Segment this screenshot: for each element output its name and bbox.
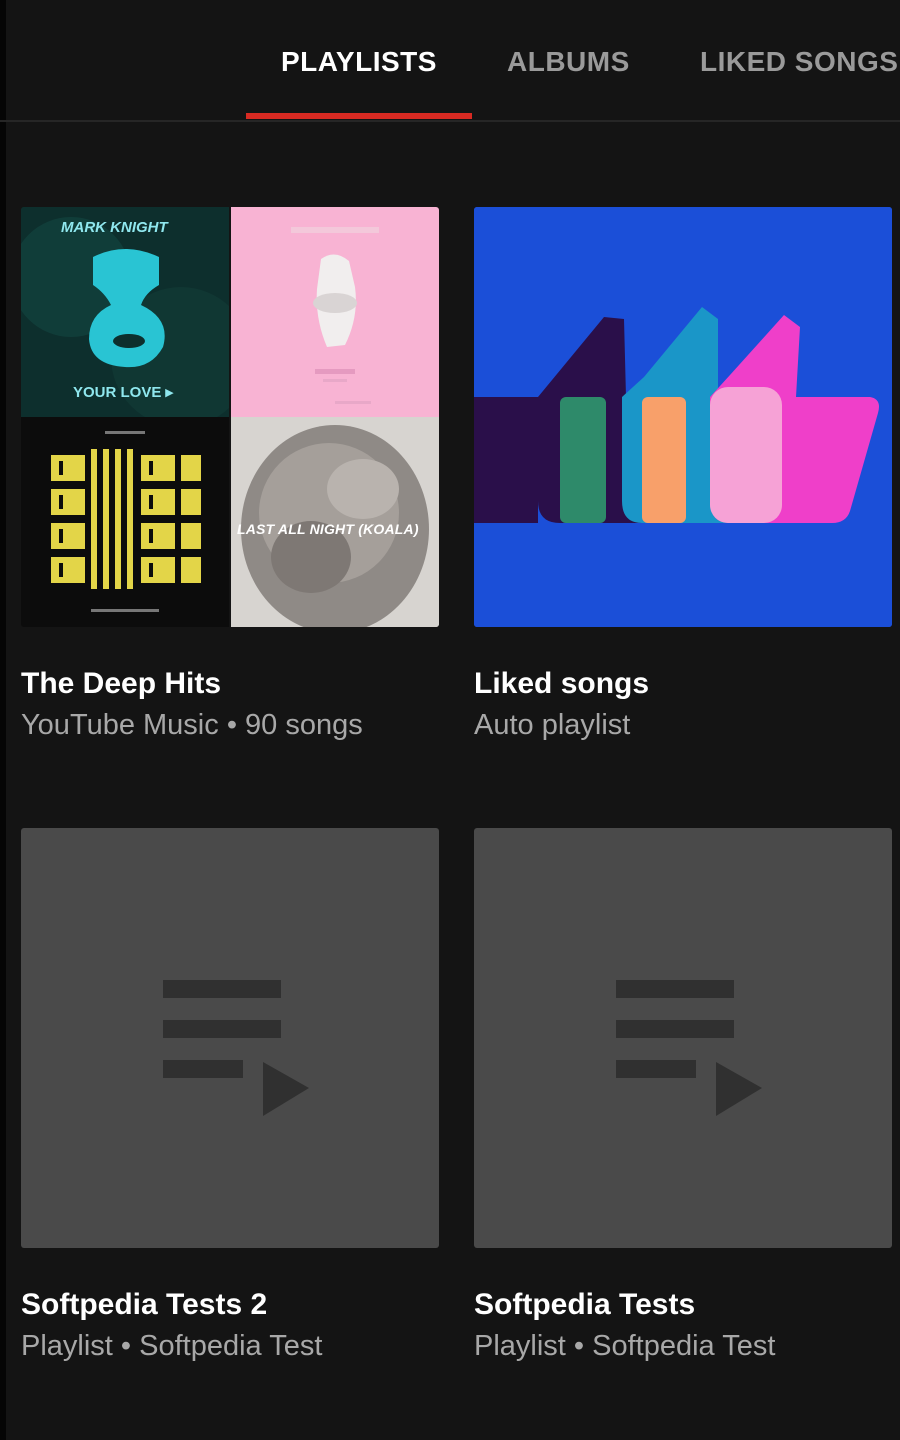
tile-track-text: YOUR LOVE ▸ <box>73 384 174 401</box>
playlist-title[interactable]: Liked songs <box>474 667 649 701</box>
subtitle-separator: • <box>573 1330 585 1362</box>
active-tab-indicator <box>246 113 472 119</box>
playlist-song-count: 90 songs <box>245 709 363 741</box>
playlist-subtitle: YouTube Music • 90 songs <box>21 709 363 742</box>
playlist-subtitle: Auto playlist <box>474 709 630 742</box>
thumbs-up-art[interactable] <box>474 207 892 627</box>
playlist-type: Playlist <box>21 1330 113 1362</box>
playlist-subtitle: Playlist • Softpedia Test <box>21 1330 322 1363</box>
playlist-title[interactable]: Softpedia Tests 2 <box>21 1288 267 1322</box>
tab-liked-songs[interactable]: LIKED SONGS <box>700 42 898 82</box>
album-art-mark-knight: MARK KNIGHT YOUR LOVE ▸ <box>21 207 229 417</box>
playlist-source[interactable]: YouTube Music <box>21 709 219 741</box>
subtitle-separator: • <box>226 709 237 741</box>
album-art-grayscale-face: LAST ALL NIGHT (KOALA) <box>231 417 439 627</box>
playlist-title[interactable]: The Deep Hits <box>21 667 221 701</box>
playlist-thumbnail[interactable] <box>474 828 892 1248</box>
album-art-pink-statue <box>231 207 439 417</box>
tab-albums[interactable]: ALBUMS <box>507 42 630 82</box>
playlist-type: Auto playlist <box>474 709 631 741</box>
playlist-type: Playlist <box>474 1330 566 1362</box>
tab-playlists[interactable]: PLAYLISTS <box>281 42 437 82</box>
tile-artist-text: MARK KNIGHT <box>61 219 168 236</box>
window-edge <box>0 0 6 1440</box>
playlist-placeholder-icon <box>163 980 309 1116</box>
playlist-thumbnail[interactable] <box>21 828 439 1248</box>
playlist-placeholder-icon <box>616 980 762 1116</box>
subtitle-separator: • <box>120 1330 132 1362</box>
playlist-title[interactable]: Softpedia Tests <box>474 1288 695 1322</box>
playlist-owner[interactable]: Softpedia Test <box>592 1330 775 1362</box>
library-tabs: PLAYLISTS ALBUMS LIKED SONGS <box>0 0 900 122</box>
playlist-subtitle: Playlist • Softpedia Test <box>474 1330 775 1363</box>
tile-overlay-text: LAST ALL NIGHT (KOALA) <box>237 521 419 537</box>
playlist-owner[interactable]: Softpedia Test <box>139 1330 322 1362</box>
playlist-thumbnail-mosaic[interactable]: MARK KNIGHT YOUR LOVE ▸ LAST ALL NIGHT (… <box>21 207 439 627</box>
album-art-yellow-pattern <box>21 417 229 627</box>
